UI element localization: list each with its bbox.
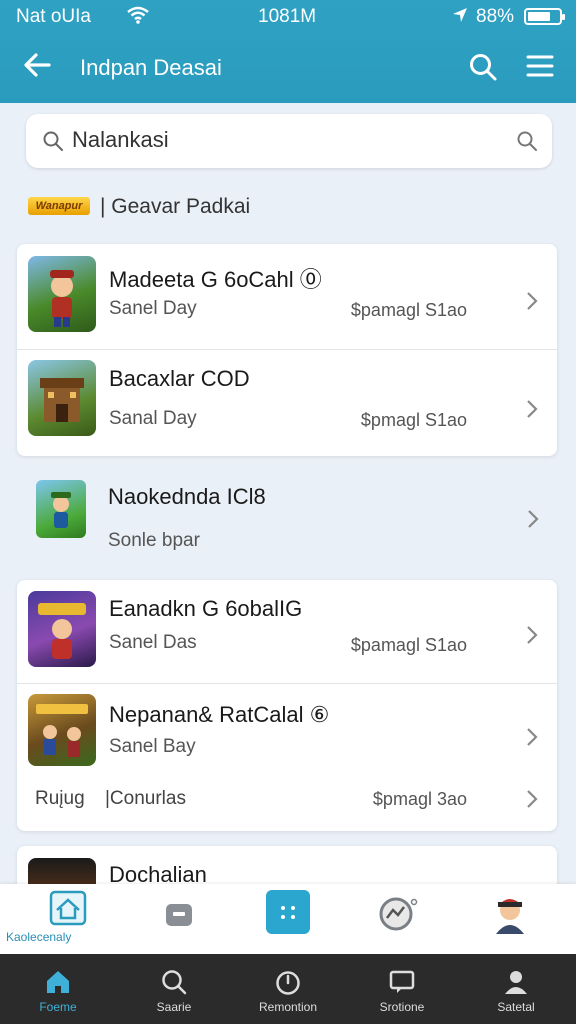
list-item[interactable]: Bacaxlar COD Sanal Day $pmagl S1ao [17,350,557,456]
game-subtitle: Sanal Day [109,408,197,429]
battle-art-icon [36,704,88,757]
chevron-right-icon [527,626,538,644]
nav-label: Satetal [497,1000,535,1014]
page-title: Indpan Deasai [80,55,222,80]
clock-label: 1081M [258,6,317,27]
tab-grid[interactable] [258,884,318,954]
tab-stats[interactable] [370,884,430,954]
character-art-icon [51,492,71,528]
game-subtitle: Sanel Day [109,298,197,319]
home-icon [47,971,69,993]
tab-label: Kaolecenaly [6,930,72,944]
game-subtitle: Sonle bpar [108,530,200,551]
game-price: $pamagl S1ao [350,300,467,320]
game-title: Naokednda ICl8 [108,484,266,509]
game-list-card: Madeeta G 6oCahl ⓪ Sanel Day $pamagl S1a… [17,244,557,456]
chevron-right-icon [528,510,539,528]
nav-label: Remontion [258,1000,318,1014]
game-price: $pmagl S1ao [360,410,467,430]
tab-featured[interactable]: Kaolecenaly [0,884,110,954]
list-item[interactable]: Eanadkn G 6obalIG Sanel Das $pamagl S1ao [17,580,557,683]
search-input[interactable] [72,127,472,153]
game-list-card: Eanadkn G 6obalIG Sanel Das $pamagl S1ao… [17,580,557,831]
game-thumbnail [28,694,96,766]
chevron-right-icon [527,790,538,808]
hamburger-menu-icon[interactable] [526,53,554,79]
game-thumbnail [28,591,96,667]
character-art-icon [38,603,86,659]
list-item[interactable]: Madeeta G 6oCahl ⓪ Sanel Day $pamagl S1a… [17,244,557,349]
list-item[interactable]: Naokednda ICl8 Sonle bpar [0,470,576,570]
game-title: Madeeta G 6oCahl ⓪ [109,267,322,292]
game-thumbnail [36,480,86,538]
search-submit-icon[interactable] [516,130,538,152]
wallet-icon [166,904,192,926]
bottom-navigation: Foeme Saarie Remontion Srotione Satetal [0,954,576,1024]
back-arrow-icon[interactable] [22,50,52,80]
chevron-right-icon [527,400,538,418]
nav-label: Srotione [379,1000,425,1014]
chart-icon [379,897,418,931]
section-title: | Geavar Padkai [100,195,251,218]
category-tab-bar: Kaolecenaly [0,884,576,954]
card-footer-row[interactable]: Ruįug |Conurlas $pmagl 3ao [17,776,557,826]
grid-icon [266,890,310,934]
wifi-icon [127,6,149,24]
nav-messages[interactable]: Srotione [352,954,452,1024]
nav-search[interactable]: Saarie [124,954,224,1024]
timer-icon [276,971,300,995]
top-bar: Nat oUIa 1081M 88% Indpan Deasai [0,0,576,103]
chat-icon [389,970,415,993]
game-price: $pamagl S1ao [350,635,467,655]
search-icon[interactable] [468,52,498,82]
search-icon [162,970,187,995]
person-icon [505,971,527,994]
nav-profile[interactable]: Satetal [466,954,566,1024]
search-icon [43,131,63,151]
tab-wallet[interactable] [150,884,210,954]
game-thumbnail [28,360,96,436]
game-subtitle: Sanel Bay [109,736,196,757]
game-title: Bacaxlar COD [109,366,250,391]
game-subtitle: Sanel Das [109,632,197,653]
nav-home[interactable]: Foeme [8,954,108,1024]
avatar-icon [496,899,524,934]
chevron-right-icon [527,728,538,746]
game-title: Eanadkn G 6obalIG [109,596,303,621]
fortress-art-icon [40,378,84,422]
status-bar: Nat oUIa 1081M 88% [0,0,576,34]
home-check-icon [49,890,87,926]
nav-promotion[interactable]: Remontion [238,954,338,1024]
battery-percent: 88% [476,6,515,27]
nav-label: Saarie [156,1000,192,1014]
section-logo-badge: Wanapur [28,197,90,215]
chevron-right-icon [527,292,538,310]
footer-label: Ruįug [35,788,85,809]
list-item[interactable]: Nepanan& RatCalal ⑥ Sanel Bay [17,684,557,774]
location-arrow-icon [453,8,467,22]
battery-icon [524,8,565,25]
carrier-label: Nat oUIa [16,6,91,27]
game-title: Nepanan& RatCalal ⑥ [109,702,330,727]
search-field[interactable] [26,114,552,168]
tab-profile[interactable] [480,884,540,954]
footer-category: |Conurlas [105,788,186,809]
game-price: $pmagl 3ao [372,789,467,809]
nav-label: Foeme [39,1000,77,1014]
game-thumbnail [28,256,96,332]
character-art-icon [50,270,74,327]
